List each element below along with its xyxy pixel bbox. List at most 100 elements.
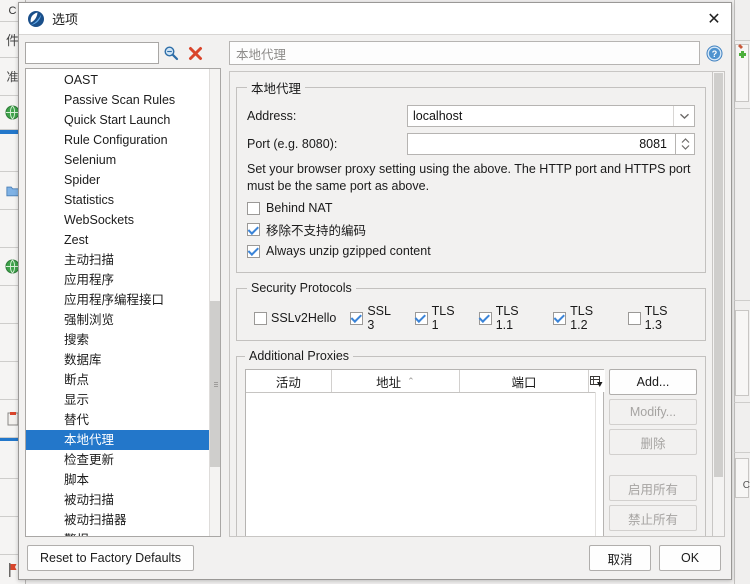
sidebar-item[interactable]: 被动扫描 bbox=[26, 490, 209, 510]
sidebar-item[interactable]: 脚本 bbox=[26, 470, 209, 490]
background-right-panel: C bbox=[734, 0, 750, 584]
address-row: Address: bbox=[247, 105, 695, 127]
table-column-header[interactable]: 端口 bbox=[460, 370, 589, 392]
checkbox-unchecked-icon[interactable] bbox=[247, 201, 260, 215]
sidebar-scrollbar-thumb[interactable] bbox=[210, 301, 220, 467]
sidebar-item-label: 本地代理 bbox=[64, 433, 115, 447]
sidebar-item-label: 数据库 bbox=[64, 353, 102, 367]
protocol-checkbox[interactable]: SSL 3 bbox=[350, 304, 400, 332]
protocol-checkbox[interactable]: TLS 1 bbox=[414, 304, 465, 332]
checkbox-checked-icon[interactable] bbox=[247, 244, 260, 258]
protocol-checkbox[interactable]: TLS 1.3 bbox=[627, 304, 688, 332]
chevron-down-icon[interactable] bbox=[673, 106, 694, 126]
sidebar-item[interactable]: Spider bbox=[26, 170, 209, 190]
sidebar-item[interactable]: 替代 bbox=[26, 410, 209, 430]
dialog-title: 选项 bbox=[52, 12, 79, 27]
sidebar-item[interactable]: Quick Start Launch bbox=[26, 110, 209, 130]
sidebar-item-label: 被动扫描器 bbox=[64, 513, 127, 527]
sidebar-item[interactable]: 警报 bbox=[26, 530, 209, 536]
checkbox-checked-icon[interactable] bbox=[553, 311, 567, 325]
sidebar-item[interactable]: 本地代理 bbox=[26, 430, 209, 450]
sidebar-item[interactable]: 应用程序编程接口 bbox=[26, 290, 209, 310]
sidebar-item[interactable]: Zest bbox=[26, 230, 209, 250]
additional-proxies-table[interactable]: 活动 地址 ⌃ 端口 bbox=[245, 369, 605, 536]
local-proxy-legend: 本地代理 bbox=[251, 82, 302, 96]
sidebar-item-label: WebSockets bbox=[64, 213, 134, 227]
dialog-titlebar: 选项 ✕ bbox=[19, 3, 731, 35]
protocol-checkbox[interactable]: TLS 1.2 bbox=[553, 304, 613, 332]
search-icon[interactable] bbox=[159, 42, 183, 64]
checkbox-label: 移除不支持的编码 bbox=[266, 224, 367, 238]
address-input[interactable] bbox=[408, 106, 673, 126]
options-dialog: 选项 ✕ OAST Passive Scan Rules Quick Start… bbox=[18, 2, 732, 580]
checkbox-checked-icon[interactable] bbox=[478, 311, 492, 325]
content-scrollbar[interactable] bbox=[712, 71, 725, 537]
sidebar-item[interactable]: 搜索 bbox=[26, 330, 209, 350]
sidebar-item[interactable]: Statistics bbox=[26, 190, 209, 210]
protocol-checkbox[interactable]: TLS 1.1 bbox=[478, 304, 539, 332]
sidebar-item-label: OAST bbox=[64, 73, 99, 87]
proxy-action-button[interactable]: Add... bbox=[609, 369, 697, 395]
table-column-header[interactable]: 地址 ⌃ bbox=[331, 370, 461, 392]
sidebar-item[interactable]: 强制浏览 bbox=[26, 310, 209, 330]
sidebar-item[interactable]: 被动扫描器 bbox=[26, 510, 209, 530]
sidebar-item[interactable]: Selenium bbox=[26, 150, 209, 170]
checkbox-checked-icon[interactable] bbox=[350, 311, 364, 325]
proxy-action-button: 删除 bbox=[609, 429, 697, 455]
dialog-body: OAST Passive Scan Rules Quick Start Launch… bbox=[19, 35, 731, 537]
sidebar-item-label: 应用程序 bbox=[64, 273, 115, 287]
checkbox-row[interactable]: 移除不支持的编码 bbox=[247, 220, 695, 239]
sidebar-item[interactable]: 检查更新 bbox=[26, 450, 209, 470]
checkbox-checked-icon[interactable] bbox=[247, 223, 260, 236]
content-scrollbar-thumb[interactable] bbox=[714, 73, 723, 477]
protocol-label: TLS 1.3 bbox=[644, 304, 668, 332]
table-scrollbar[interactable] bbox=[595, 392, 603, 536]
options-sidebar: OAST Passive Scan Rules Quick Start Launch… bbox=[25, 41, 221, 537]
protocol-checkbox[interactable]: SSLv2Hello bbox=[254, 311, 336, 325]
content-scroll-area: 本地代理 Address: localhost Port (e.g. 8080)… bbox=[229, 71, 725, 537]
button-group-spacer bbox=[609, 459, 697, 471]
sidebar-item-label: Rule Configuration bbox=[64, 133, 168, 147]
bg-right-label: C bbox=[742, 480, 750, 491]
sidebar-item-label: Statistics bbox=[64, 193, 115, 207]
table-column-header[interactable]: 活动 bbox=[246, 370, 332, 392]
table-body[interactable] bbox=[246, 393, 603, 536]
cancel-button[interactable]: 取消 bbox=[589, 545, 651, 571]
options-tree: OAST Passive Scan Rules Quick Start Launch… bbox=[25, 68, 221, 537]
additional-proxies-table-wrap: 活动 地址 ⌃ 端口 Add... Modify... 删除 启用所有 禁止所有 bbox=[245, 369, 697, 536]
sidebar-item-label: 警报 bbox=[64, 533, 89, 536]
table-column-chooser-icon[interactable] bbox=[588, 370, 605, 392]
checkbox-row[interactable]: Always unzip gzipped content bbox=[247, 244, 695, 258]
sidebar-item[interactable]: 应用程序 bbox=[26, 270, 209, 290]
search-input[interactable] bbox=[25, 42, 159, 64]
sidebar-scrollbar[interactable] bbox=[209, 69, 220, 536]
port-spinner[interactable] bbox=[407, 133, 695, 155]
checkbox-checked-icon[interactable] bbox=[414, 311, 428, 325]
scrollbar-grip-icon bbox=[213, 381, 218, 388]
help-question-icon[interactable]: ? bbox=[703, 41, 725, 65]
sidebar-item[interactable]: Rule Configuration bbox=[26, 130, 209, 150]
spinner-arrows-icon[interactable] bbox=[675, 133, 695, 155]
sidebar-item[interactable]: Passive Scan Rules bbox=[26, 90, 209, 110]
close-icon[interactable]: ✕ bbox=[701, 7, 727, 31]
red-x-clear-icon[interactable] bbox=[183, 42, 207, 64]
ok-button[interactable]: OK bbox=[659, 545, 721, 571]
sidebar-item[interactable]: 断点 bbox=[26, 370, 209, 390]
port-input[interactable] bbox=[407, 133, 675, 155]
sidebar-item-label: Zest bbox=[64, 233, 89, 247]
sidebar-item-label: Passive Scan Rules bbox=[64, 93, 176, 107]
sidebar-item-label: Spider bbox=[64, 173, 101, 187]
sidebar-item[interactable]: OAST bbox=[26, 70, 209, 90]
reset-to-factory-defaults-button[interactable]: Reset to Factory Defaults bbox=[27, 545, 195, 571]
sidebar-item[interactable]: WebSockets bbox=[26, 210, 209, 230]
search-row bbox=[25, 41, 221, 65]
checkbox-unchecked-icon[interactable] bbox=[254, 311, 267, 325]
checkbox-row[interactable]: Behind NAT bbox=[247, 201, 695, 215]
sidebar-item[interactable]: 数据库 bbox=[26, 350, 209, 370]
address-combobox[interactable] bbox=[407, 105, 695, 127]
sidebar-item-label: Quick Start Launch bbox=[64, 113, 171, 127]
sidebar-item[interactable]: 显示 bbox=[26, 390, 209, 410]
checkbox-unchecked-icon[interactable] bbox=[627, 311, 641, 325]
sidebar-item[interactable]: 主动扫描 bbox=[26, 250, 209, 270]
options-content-pane: 本地代理 ? 本地代理 Address: localhost Port (e.g… bbox=[229, 41, 727, 537]
